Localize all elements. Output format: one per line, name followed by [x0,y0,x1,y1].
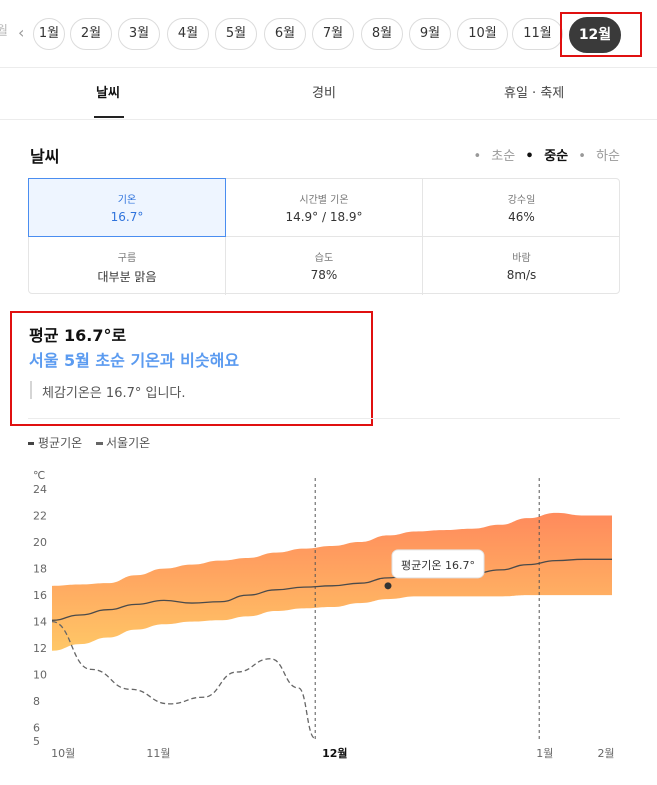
month-9[interactable]: 9월 [409,18,451,50]
legend-avg-label: 평균기온 [38,436,83,450]
month-edge-label: 월 [0,24,8,39]
x-tick-label: 1월 [536,747,553,760]
feels-like-text: 체감기온은 16.7° 입니다. [42,386,186,401]
y-axis-unit: ℃ [33,469,45,482]
weather-stats-grid: 기온 16.7° 시간별 기온 14.9° / 18.9° 강수일 46% 구름… [28,178,620,295]
y-tick-label: 14 [33,616,47,629]
month-6[interactable]: 6월 [264,18,306,50]
month-selector: 월 ‹ 1월 2월 3월 4월 5월 6월 7월 8월 9월 10월 11월 1… [0,0,657,68]
y-tick-label: 12 [33,642,47,655]
tab-weather[interactable]: 날씨 [96,82,120,101]
y-tick-label: 10 [33,669,47,682]
summary-title: 평균 16.7°로 [29,326,127,345]
quote-bar [30,381,32,399]
y-tick-label: 8 [33,695,40,708]
x-tick-label: 2월 [597,747,614,760]
y-tick-label: 16 [33,589,47,602]
stat-value: 대부분 맑음 [97,270,157,284]
tab-expenses[interactable]: 경비 [312,82,336,101]
stat-cloud[interactable]: 구름 대부분 맑음 [29,237,226,295]
stat-label: 바람 [512,253,531,264]
period-late[interactable]: • 하순 [578,149,620,164]
x-tick-label: 11월 [146,747,170,760]
stat-value: 78% [310,268,338,282]
stat-label: 구름 [117,253,137,264]
legend-seoul-label: 서울기온 [106,436,151,450]
month-prev-button[interactable]: ‹ [18,23,32,43]
x-tick-label: 10월 [51,747,75,760]
stat-value: 46% [508,210,535,224]
tab-bar: 날씨 경비 휴일 · 축제 [0,68,657,120]
stat-label: 강수일 [507,195,536,206]
month-7[interactable]: 7월 [312,18,354,50]
y-tick-label: 24 [33,483,47,496]
chart-legend: 평균기온 서울기온 [28,434,150,451]
period-early[interactable]: • 초순 [473,149,515,164]
month-11[interactable]: 11월 [512,18,563,50]
stat-wind[interactable]: 바람 8m/s [423,237,620,295]
stat-label: 시간별 기온 [299,195,349,206]
tab-active-indicator [94,116,124,118]
stat-value: 8m/s [506,268,537,282]
y-tick-label: 20 [33,536,47,549]
y-tick-label: 5 [33,735,40,748]
stat-temperature[interactable]: 기온 16.7° [28,178,226,237]
month-1[interactable]: 1월 [33,18,65,50]
legend-seoul-swatch [96,442,102,445]
section-title: 날씨 [30,147,60,166]
tab-holidays[interactable]: 휴일 · 축제 [504,82,564,101]
month-5[interactable]: 5월 [215,18,257,50]
month-10[interactable]: 10월 [457,18,508,50]
temperature-range-band [52,512,612,651]
y-tick-label: 18 [33,563,47,576]
stat-value: 16.7° [110,210,144,224]
x-tick-label: 12월 [322,746,347,760]
month-8[interactable]: 8월 [361,18,403,50]
y-tick-label: 6 [33,722,40,735]
current-marker [384,582,392,590]
period-mid[interactable]: • 중순 [525,149,568,164]
stat-label: 습도 [314,253,334,264]
y-tick-label: 22 [33,510,47,523]
stat-humidity[interactable]: 습도 78% [226,237,423,295]
marker-tooltip-label: 평균기온 16.7° [401,559,475,572]
month-4[interactable]: 4월 [167,18,209,50]
highlight-box-month [560,12,642,57]
temperature-chart: ℃ 56 8 10 12 14 16 18 20 22 24 평균기온 16.7° 10월 11월 12월 1… [33,469,615,760]
period-filter: • 초순 • 중순 • 하순 [467,145,620,164]
summary-comparison: 서울 5월 초순 기온과 비슷해요 [29,351,240,370]
stat-label: 기온 [117,195,137,206]
stat-rain-days[interactable]: 강수일 46% [423,179,620,237]
stat-hourly-temperature[interactable]: 시간별 기온 14.9° / 18.9° [226,179,423,237]
legend-avg-swatch [28,442,34,445]
month-2[interactable]: 2월 [70,18,112,50]
divider [28,418,620,419]
stat-value: 14.9° / 18.9° [285,210,363,224]
month-3[interactable]: 3월 [118,18,160,50]
